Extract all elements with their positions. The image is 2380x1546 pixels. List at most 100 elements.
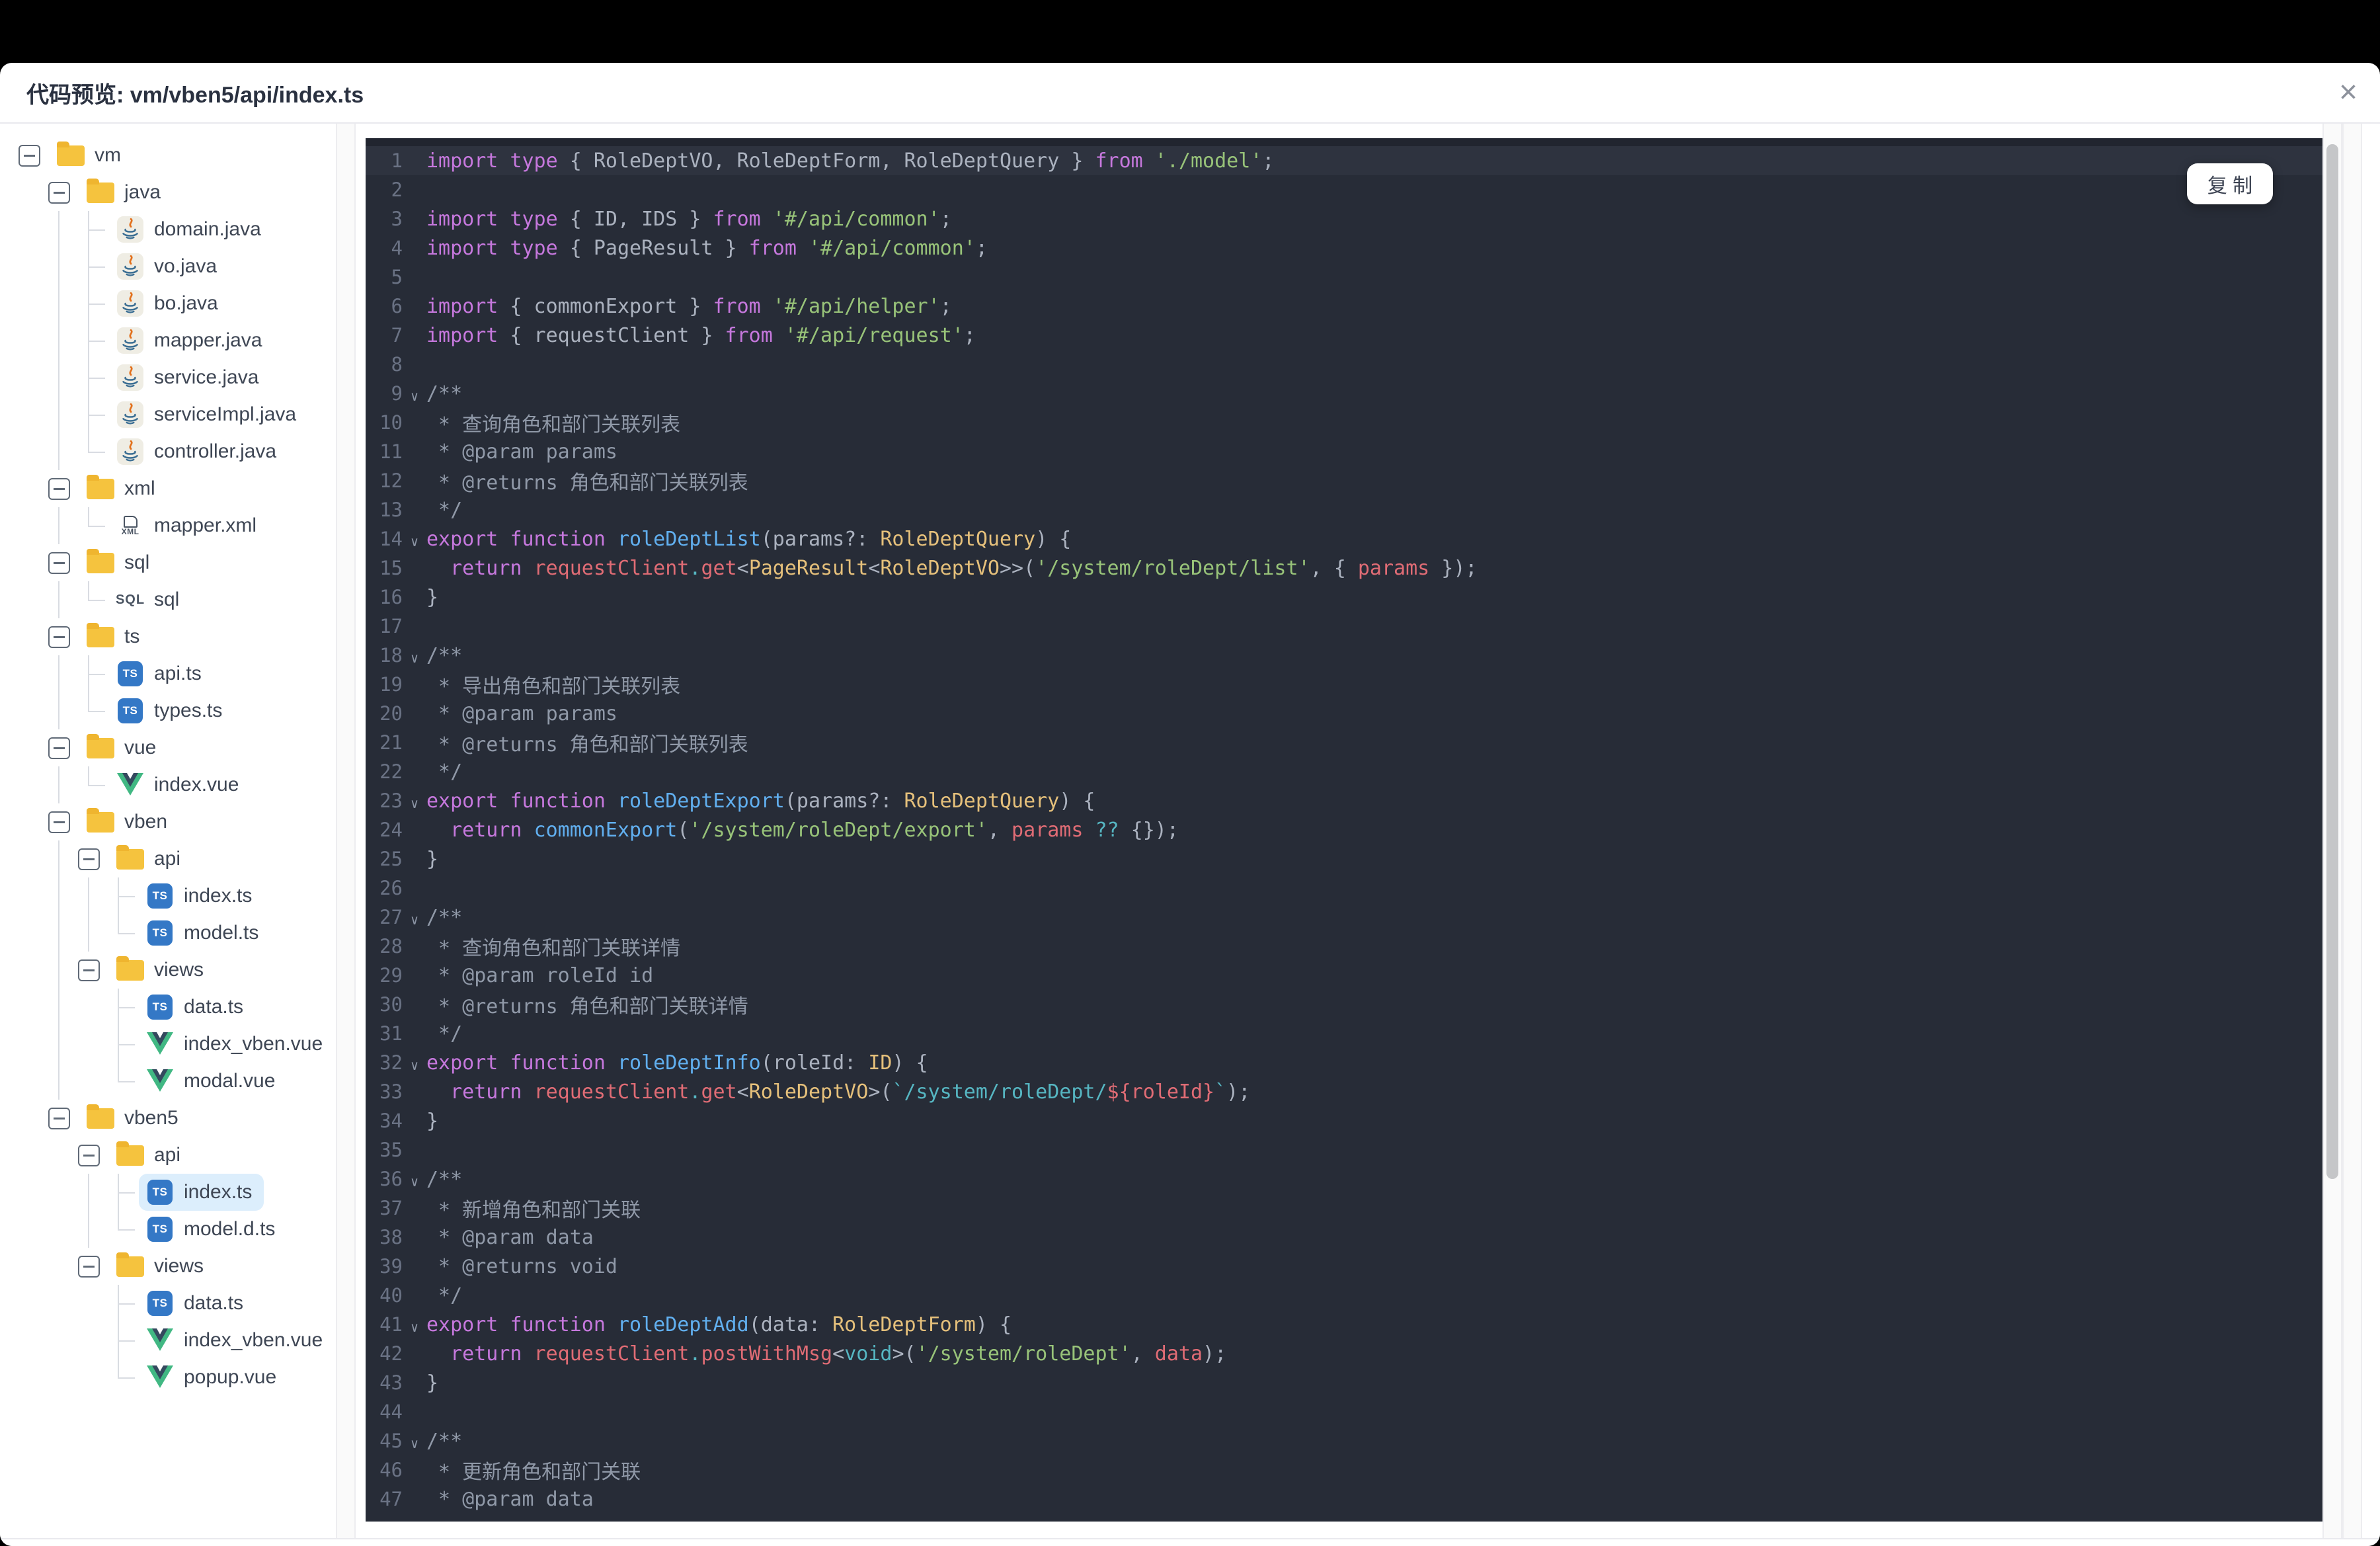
tree-item-content[interactable]: SQL sql: [109, 581, 191, 618]
fold-chevron-icon[interactable]: ∨: [403, 1053, 426, 1073]
tree-item-types.ts[interactable]: TS types.ts: [0, 692, 336, 729]
tree-guide: [74, 915, 104, 952]
tree-item-content[interactable]: sql: [79, 544, 161, 581]
tree-item-index.ts[interactable]: TS index.ts: [0, 877, 336, 915]
tree-item-mapper.xml[interactable]: XML mapper.xml: [0, 507, 336, 544]
tree-item-content[interactable]: TS data.ts: [139, 989, 255, 1026]
tree-item-content[interactable]: index_vben.vue: [139, 1026, 335, 1063]
tree-item-vben5[interactable]: vben5: [0, 1100, 336, 1137]
tree-item-content[interactable]: popup.vue: [139, 1359, 288, 1396]
tree-item-data.ts[interactable]: TS data.ts: [0, 1285, 336, 1322]
tree-item-content[interactable]: vue: [79, 729, 168, 766]
tree-item-bo.java[interactable]: bo.java: [0, 285, 336, 322]
tree-item-index_vben.vue[interactable]: index_vben.vue: [0, 1322, 336, 1359]
tree-item-index_vben.vue[interactable]: index_vben.vue: [0, 1026, 336, 1063]
tree-item-index.vue[interactable]: index.vue: [0, 766, 336, 803]
line-number: 25: [379, 848, 403, 870]
tree-scrollbar[interactable]: [336, 124, 356, 1538]
tree-item-content[interactable]: TS index.ts: [139, 877, 264, 915]
collapse-toggle-icon[interactable]: [44, 1100, 74, 1137]
tree-item-vo.java[interactable]: vo.java: [0, 248, 336, 285]
tree-item-domain.java[interactable]: domain.java: [0, 211, 336, 248]
tree-item-popup.vue[interactable]: popup.vue: [0, 1359, 336, 1396]
tree-item-content[interactable]: TS api.ts: [109, 655, 214, 692]
tree-item-content[interactable]: java: [79, 174, 173, 211]
tree-item-content[interactable]: ts: [79, 618, 151, 655]
fold-chevron-icon[interactable]: ∨: [403, 1431, 426, 1451]
tree-item-content[interactable]: modal.vue: [139, 1063, 287, 1100]
tree-item-content[interactable]: api: [109, 840, 192, 877]
tree-item-content[interactable]: vben5: [79, 1100, 190, 1137]
tree-item-java[interactable]: java: [0, 174, 336, 211]
tree-item-content[interactable]: index_vben.vue: [139, 1322, 335, 1359]
tree-item-data.ts[interactable]: TS data.ts: [0, 989, 336, 1026]
tree-item-content[interactable]: views: [109, 952, 216, 989]
tree-item-content[interactable]: service.java: [109, 359, 270, 396]
tree-item-sql[interactable]: SQL sql: [0, 581, 336, 618]
fold-chevron-icon[interactable]: ∨: [403, 907, 426, 928]
collapse-toggle-icon[interactable]: [74, 952, 104, 989]
tree-item-selected[interactable]: TS index.ts: [139, 1174, 264, 1211]
tree-item-model.ts[interactable]: TS model.ts: [0, 915, 336, 952]
tree-item-api[interactable]: api: [0, 840, 336, 877]
tree-item-content[interactable]: TS model.d.ts: [139, 1211, 287, 1248]
collapse-toggle-icon[interactable]: [74, 840, 104, 877]
tree-item-content[interactable]: serviceImpl.java: [109, 396, 308, 433]
tree-item-content[interactable]: vo.java: [109, 248, 229, 285]
copy-button[interactable]: 复 制: [2187, 163, 2273, 204]
tree-item-label: index_vben.vue: [184, 1329, 323, 1351]
tree-item-label: index_vben.vue: [184, 1033, 323, 1055]
fold-chevron-icon[interactable]: ∨: [403, 1315, 426, 1335]
collapse-toggle-icon[interactable]: [44, 803, 74, 840]
tree-item-controller.java[interactable]: controller.java: [0, 433, 336, 470]
fold-chevron-icon[interactable]: ∨: [403, 645, 426, 666]
tree-item-vben[interactable]: vben: [0, 803, 336, 840]
tree-item-sql[interactable]: sql: [0, 544, 336, 581]
collapse-toggle-icon[interactable]: [44, 618, 74, 655]
tree-item-content[interactable]: bo.java: [109, 285, 230, 322]
tree-item-content[interactable]: views: [109, 1248, 216, 1285]
tree-item-content[interactable]: XML mapper.xml: [109, 507, 268, 544]
collapse-toggle-icon[interactable]: [44, 729, 74, 766]
tree-item-content[interactable]: mapper.java: [109, 322, 274, 359]
fold-chevron-icon[interactable]: ∨: [403, 384, 426, 404]
tree-item-vm[interactable]: vm: [0, 137, 336, 174]
tree-item-serviceImpl.java[interactable]: serviceImpl.java: [0, 396, 336, 433]
tree-item-content[interactable]: xml: [79, 470, 167, 507]
collapse-toggle-icon[interactable]: [44, 174, 74, 211]
code-scrollbar[interactable]: [2322, 124, 2342, 1538]
collapse-toggle-icon[interactable]: [44, 470, 74, 507]
tree-item-xml[interactable]: xml: [0, 470, 336, 507]
tree-item-index.ts[interactable]: TS index.ts: [0, 1174, 336, 1211]
tree-item-api.ts[interactable]: TS api.ts: [0, 655, 336, 692]
code-scrollbar-thumb[interactable]: [2326, 144, 2338, 1179]
tree-item-content[interactable]: TS data.ts: [139, 1285, 255, 1322]
fold-chevron-icon[interactable]: ∨: [403, 791, 426, 811]
tree-item-vue[interactable]: vue: [0, 729, 336, 766]
tree-item-mapper.java[interactable]: mapper.java: [0, 322, 336, 359]
tree-item-views[interactable]: views: [0, 1248, 336, 1285]
tree-item-content[interactable]: domain.java: [109, 211, 273, 248]
tree-item-modal.vue[interactable]: modal.vue: [0, 1063, 336, 1100]
tree-item-service.java[interactable]: service.java: [0, 359, 336, 396]
fold-chevron-icon[interactable]: ∨: [403, 1169, 426, 1190]
tree-item-content[interactable]: api: [109, 1137, 192, 1174]
collapse-toggle-icon[interactable]: [15, 137, 44, 174]
tree-item-content[interactable]: vm: [50, 137, 133, 174]
tree-item-content[interactable]: vben: [79, 803, 179, 840]
tree-item-content[interactable]: TS types.ts: [109, 692, 234, 729]
tree-item-content[interactable]: index.vue: [109, 766, 251, 803]
fold-chevron-icon[interactable]: ∨: [403, 529, 426, 549]
close-icon[interactable]: ×: [2339, 77, 2358, 108]
tree-item-ts[interactable]: ts: [0, 618, 336, 655]
modal-scrollbar[interactable]: [2342, 124, 2362, 1538]
tree-item-model.d.ts[interactable]: TS model.d.ts: [0, 1211, 336, 1248]
tree-item-api[interactable]: api: [0, 1137, 336, 1174]
collapse-toggle-icon[interactable]: [74, 1248, 104, 1285]
vue-icon: [114, 770, 146, 800]
tree-item-content[interactable]: TS model.ts: [139, 915, 270, 952]
collapse-toggle-icon[interactable]: [44, 544, 74, 581]
tree-item-content[interactable]: controller.java: [109, 433, 288, 470]
collapse-toggle-icon[interactable]: [74, 1137, 104, 1174]
tree-item-views[interactable]: views: [0, 952, 336, 989]
